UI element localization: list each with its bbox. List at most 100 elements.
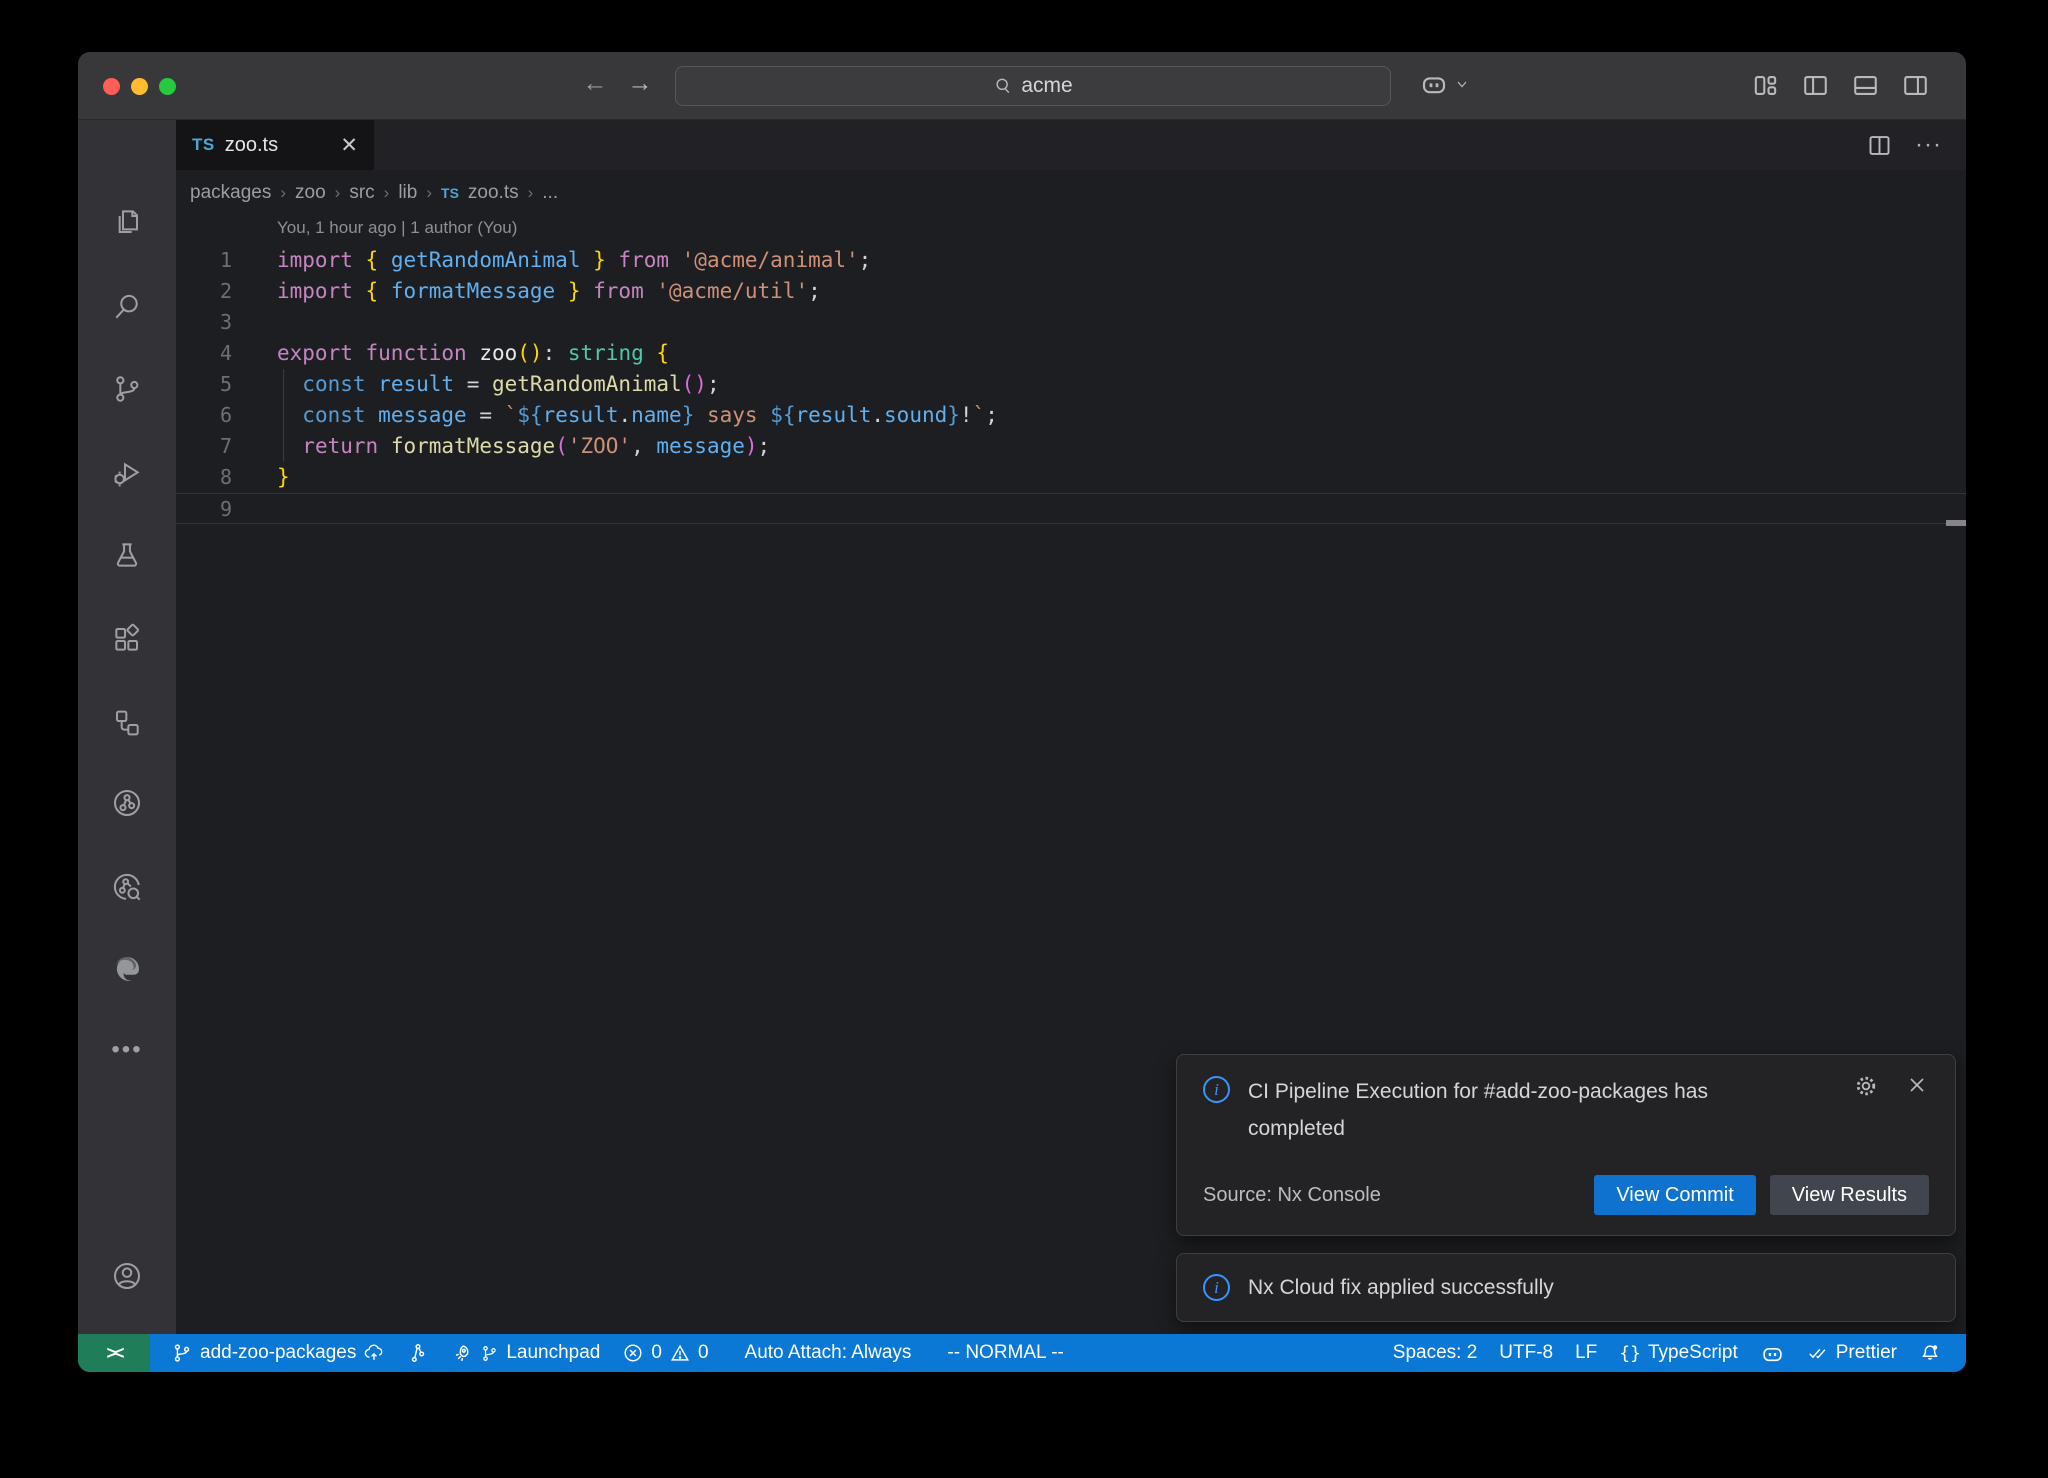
info-icon: i [1203,1076,1230,1103]
line-number: 6 [176,400,232,431]
breadcrumb-item[interactable]: src [349,182,374,204]
search-icon [993,76,1013,96]
typescript-file-icon: TS [192,135,215,155]
traffic-maximize-button[interactable] [159,78,176,95]
line-number: 5 [176,369,232,400]
notification-settings-gear-icon[interactable] [1853,1073,1879,1099]
code-lines[interactable]: 1import { getRandomAnimal } from '@acme/… [176,245,1966,524]
notification-toast-ci-pipeline: i CI Pipeline Execution for #add-zoo-pac… [1176,1054,1956,1236]
source-control-icon[interactable] [111,373,143,405]
code-line[interactable]: 4export function zoo(): string { [176,338,1966,369]
code-line[interactable]: 8} [176,462,1966,493]
run-debug-icon[interactable] [111,457,143,489]
status-bar: >< add-zoo-packages Launchpad 0 0 Auto A… [78,1334,1966,1372]
forward-arrow-icon[interactable]: → [623,69,657,98]
git-graph-icon [407,1342,429,1364]
encoding-status[interactable]: UTF-8 [1488,1342,1564,1364]
activity-bar: ••• [78,120,176,1334]
view-results-button[interactable]: View Results [1770,1175,1929,1215]
line-number: 3 [176,307,232,338]
warnings-count: 0 [698,1342,709,1364]
split-editor-icon[interactable] [1866,132,1893,159]
code-line-content: import { getRandomAnimal } from '@acme/a… [232,245,871,276]
copilot-status[interactable] [1749,1341,1796,1366]
typescript-file-icon: TS [441,185,459,201]
launchpad-status[interactable]: Launchpad [440,1334,611,1372]
remote-indicator[interactable]: >< [78,1334,150,1372]
info-icon: i [1203,1274,1230,1301]
command-center-text: acme [1021,74,1072,98]
eol-status[interactable]: LF [1564,1342,1608,1364]
notification-close-icon[interactable] [1905,1073,1929,1097]
copilot-menu-button[interactable] [1419,69,1470,99]
breadcrumb-item[interactable]: lib [398,182,417,204]
cloud-upload-icon [363,1342,385,1364]
line-number: 1 [176,245,232,276]
language-mode-status[interactable]: {} TypeScript [1608,1342,1748,1364]
tab-close-icon[interactable]: ✕ [340,133,358,158]
breadcrumb-separator: › [280,183,286,203]
git-blame-annotation: You, 1 hour ago | 1 author (You) [176,215,1966,245]
code-line[interactable]: 2import { formatMessage } from '@acme/ut… [176,276,1966,307]
traffic-close-button[interactable] [103,78,120,95]
notifications-bell[interactable] [1908,1342,1952,1364]
customize-layout-icon[interactable] [1751,71,1780,100]
code-line[interactable]: 3 [176,307,1966,338]
auto-attach-status[interactable]: Auto Attach: Always [734,1334,923,1372]
code-line[interactable]: 7 return formatMessage('ZOO', message); [176,431,1966,462]
edge-browser-icon[interactable] [111,953,143,985]
indentation-status[interactable]: Spaces: 2 [1382,1342,1489,1364]
breadcrumb-overflow[interactable]: ... [542,182,558,204]
search-icon[interactable] [111,291,143,323]
breadcrumb-item[interactable]: zoo [295,182,326,204]
more-views-icon[interactable]: ••• [111,1036,143,1068]
tab-bar: TS zoo.ts ✕ ··· [176,120,1966,170]
notification-toast-nx-cloud: i Nx Cloud fix applied successfully [1176,1253,1956,1322]
prettier-status[interactable]: Prettier [1796,1342,1908,1364]
graph-search-icon[interactable] [111,871,143,903]
vim-mode-status[interactable]: -- NORMAL -- [936,1334,1074,1372]
breadcrumb-item[interactable]: packages [190,182,271,204]
project-graph-icon[interactable] [111,787,143,819]
code-line[interactable]: 1import { getRandomAnimal } from '@acme/… [176,245,1966,276]
copilot-icon [1760,1341,1785,1366]
error-icon [622,1342,644,1364]
account-icon[interactable] [111,1260,143,1292]
eol-label: LF [1575,1342,1597,1364]
breadcrumb-separator: › [426,183,432,203]
git-branch-status[interactable]: add-zoo-packages [160,1334,396,1372]
branch-name: add-zoo-packages [200,1342,356,1364]
traffic-minimize-button[interactable] [131,78,148,95]
vim-mode-label: -- NORMAL -- [947,1342,1063,1364]
command-center-search[interactable]: acme [675,66,1391,106]
explorer-icon[interactable] [111,206,143,238]
notification-message: Nx Cloud fix applied successfully [1248,1276,1554,1300]
overview-ruler-mark [1946,520,1966,526]
code-line-content: export function zoo(): string { [232,338,669,369]
testing-icon[interactable] [111,539,143,571]
toggle-panel-icon[interactable] [1851,71,1880,100]
copilot-icon [1419,69,1449,99]
toggle-sidebar-icon[interactable] [1801,71,1830,100]
extensions-icon[interactable] [111,623,143,655]
titlebar: ← → acme [78,52,1966,120]
source-control-graph-status[interactable] [396,1334,440,1372]
code-line-content: } [232,462,290,493]
back-arrow-icon[interactable]: ← [578,69,612,98]
toggle-secondary-sidebar-icon[interactable] [1901,71,1930,100]
editor-more-actions-icon[interactable]: ··· [1915,131,1942,159]
double-check-icon [1807,1342,1829,1364]
notification-source: Source: Nx Console [1203,1184,1381,1207]
line-number: 4 [176,338,232,369]
code-line[interactable]: 6 const message = `${result.name} says $… [176,400,1966,431]
tab-zoo-ts[interactable]: TS zoo.ts ✕ [176,120,374,170]
code-line[interactable]: 5 const result = getRandomAnimal(); [176,369,1966,400]
line-number: 7 [176,431,232,462]
breadcrumb: packages › zoo › src › lib › TS zoo.ts ›… [176,170,1966,215]
nx-console-icon[interactable] [111,707,143,739]
line-number: 2 [176,276,232,307]
view-commit-button[interactable]: View Commit [1594,1175,1755,1215]
breadcrumb-file[interactable]: zoo.ts [468,182,519,204]
code-line[interactable]: 9 [176,493,1966,524]
problems-status[interactable]: 0 0 [611,1334,719,1372]
